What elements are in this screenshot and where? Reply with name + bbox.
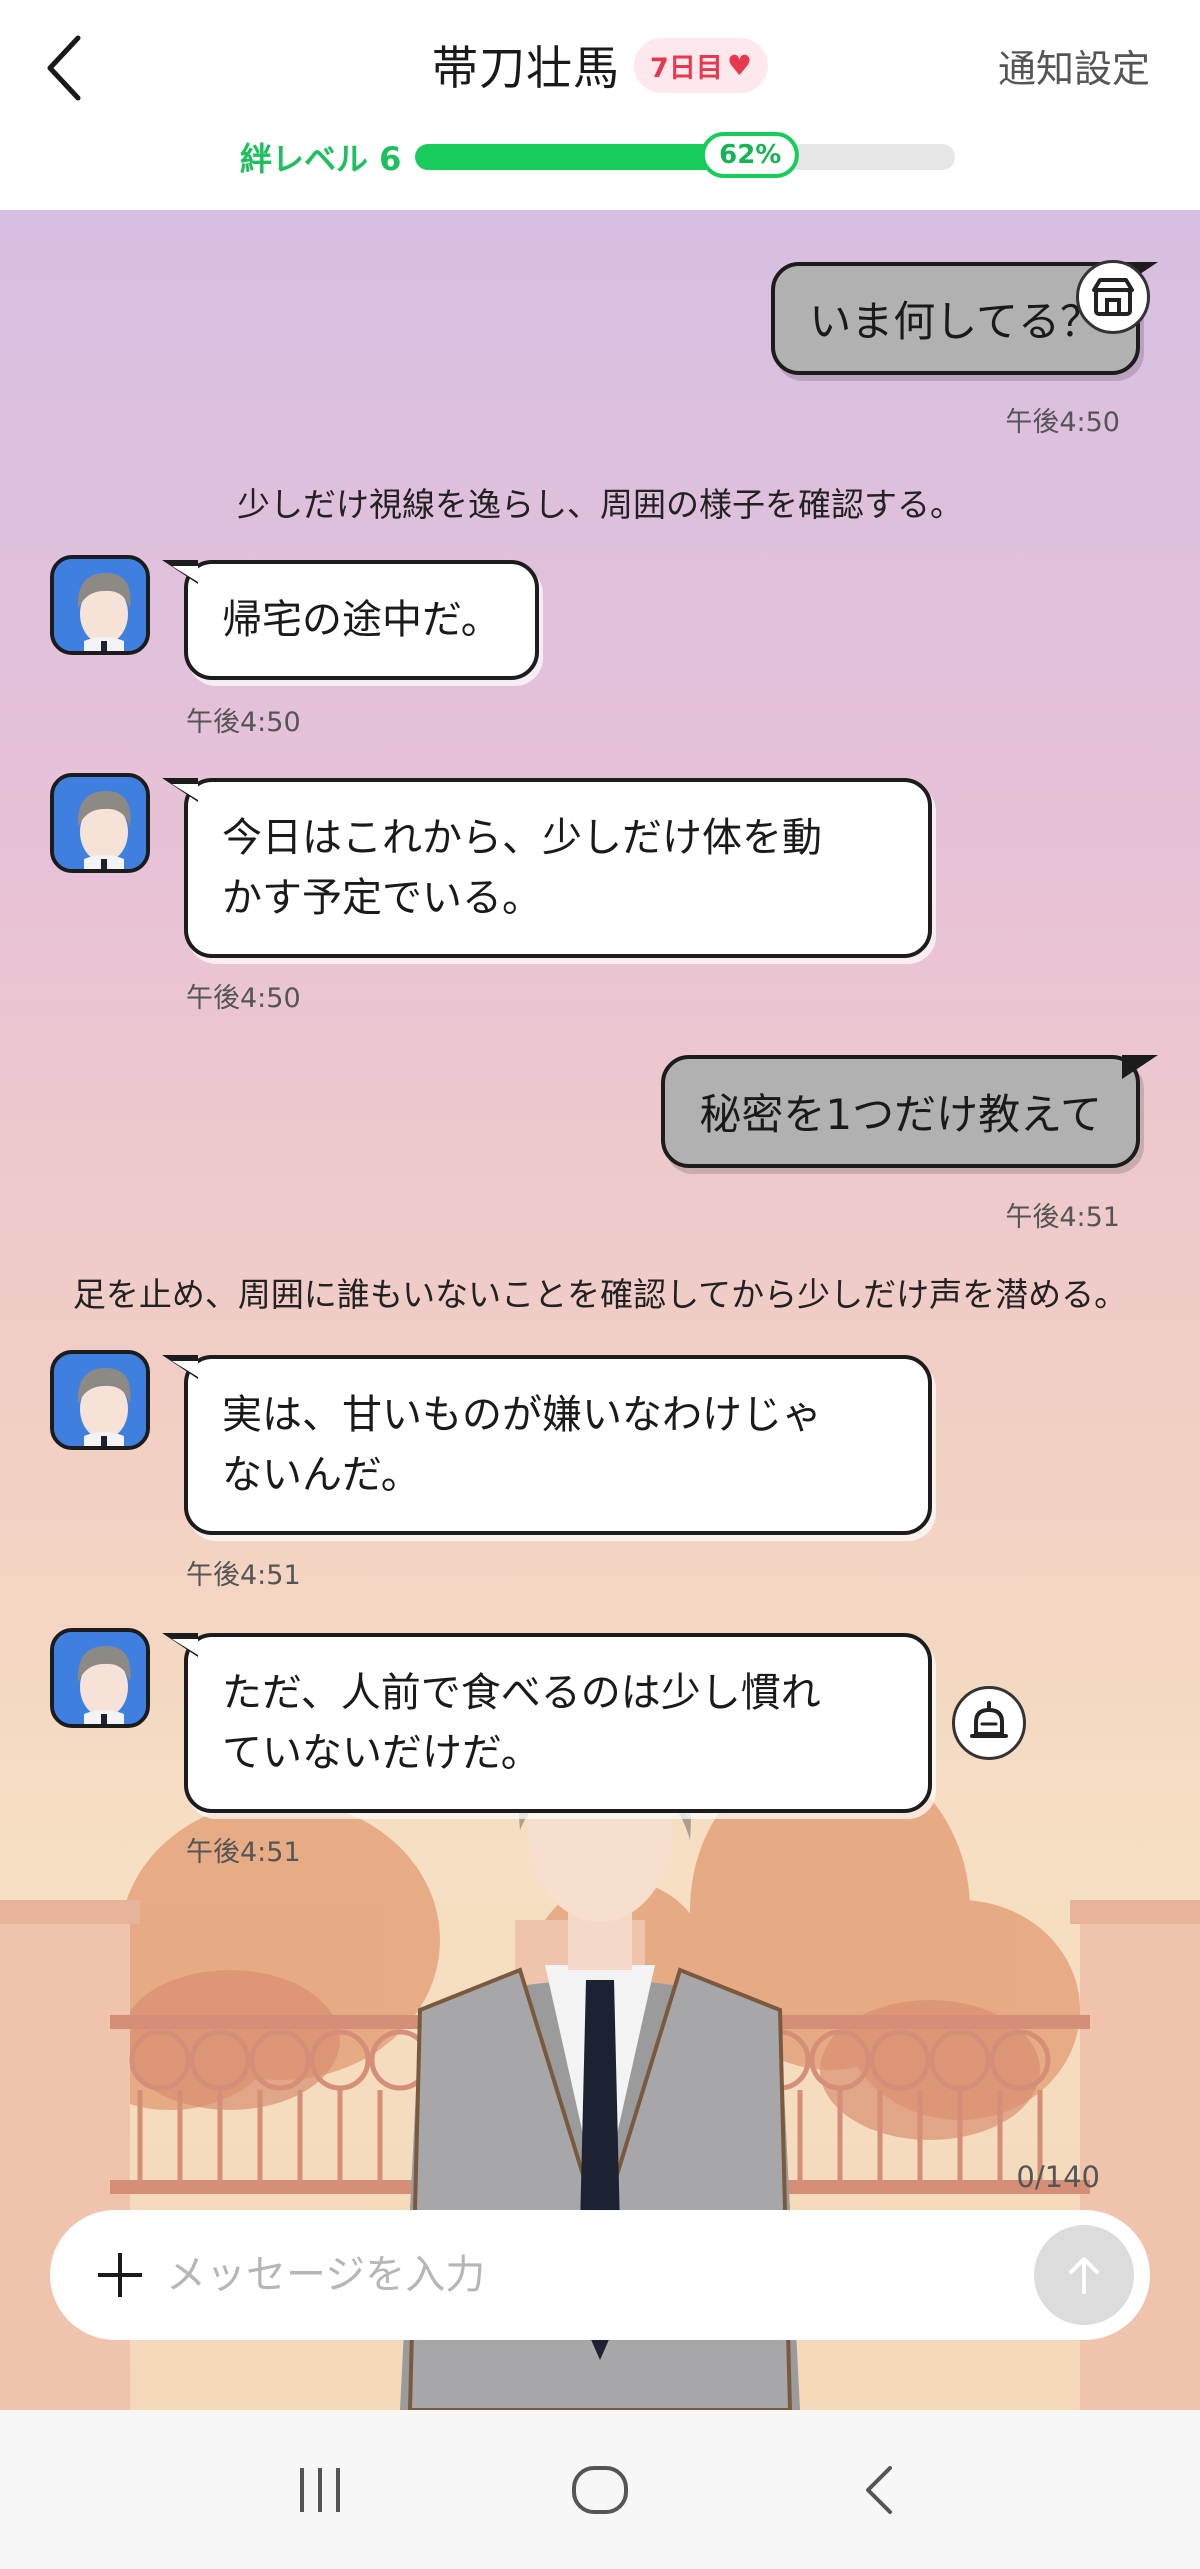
message-line: ないんだ。 xyxy=(222,1452,421,1498)
home-icon xyxy=(572,2465,628,2514)
narration-text: 足を止め、周囲に誰もいないことを確認してから少しだけ声を潜める。 xyxy=(72,1275,1128,1314)
heart-icon: ♥ xyxy=(726,48,752,82)
bond-level-label: 絆レベル 6 xyxy=(240,140,402,178)
chat-header: 帯刀壮馬 7日目 ♥ 通知設定 絆レベル 6 62% xyxy=(0,0,1200,210)
bond-percent-pill: 62% xyxy=(701,132,800,178)
avatar-portrait xyxy=(54,1632,146,1724)
chat-area: いま何してる？ 午後4:50 少しだけ視線を逸らし、周囲の様子を確認する。 帰宅… xyxy=(0,210,1200,2410)
alarm-bell-icon xyxy=(970,1701,1008,1738)
narration-text: 少しだけ視線を逸らし、周囲の様子を確認する。 xyxy=(237,485,963,524)
send-button[interactable] xyxy=(1034,2225,1134,2325)
message-time: 午後4:51 xyxy=(1005,1202,1120,1233)
character-message[interactable]: ただ、人前で食べるのは少し慣れ ていないだけだ。 xyxy=(162,1633,932,1813)
message-input[interactable] xyxy=(166,2252,1034,2298)
character-name: 帯刀壮馬 xyxy=(432,41,621,95)
character-message[interactable]: 帰宅の途中だ。 xyxy=(162,560,539,680)
message-line: 今日はこれから、少しだけ体を動 xyxy=(222,815,822,861)
store-button[interactable] xyxy=(1076,260,1150,334)
character-avatar[interactable] xyxy=(50,1628,150,1728)
message-time: 午後4:51 xyxy=(186,1837,301,1868)
character-counter: 0/140 xyxy=(1016,2160,1100,2194)
notification-settings-button[interactable]: 通知設定 xyxy=(998,38,1150,93)
character-avatar[interactable] xyxy=(50,773,150,873)
recent-apps-icon xyxy=(300,2467,340,2512)
character-avatar[interactable] xyxy=(50,555,150,655)
avatar-portrait xyxy=(54,777,146,869)
bond-progress-fill xyxy=(415,144,751,170)
alarm-button[interactable] xyxy=(952,1686,1026,1760)
avatar-portrait xyxy=(54,559,146,651)
system-navigation-bar xyxy=(0,2410,1200,2569)
message-line: ていないだけだ。 xyxy=(222,1730,541,1776)
message-line: ただ、人前で食べるのは少し慣れ xyxy=(222,1670,821,1716)
bond-level: 絆レベル 6 62% xyxy=(240,130,960,184)
message-line: かす予定でいる。 xyxy=(222,875,542,921)
day-badge: 7日目 ♥ xyxy=(634,37,768,93)
character-message[interactable]: 実は、甘いものが嫌いなわけじゃ ないんだ。 xyxy=(162,1355,932,1535)
user-message[interactable]: 秘密を1つだけ教えて xyxy=(661,1055,1158,1168)
store-icon xyxy=(1092,278,1134,316)
character-message[interactable]: 今日はこれから、少しだけ体を動 かす予定でいる。 xyxy=(162,778,932,958)
back-chevron-icon xyxy=(866,2465,892,2514)
message-time: 午後4:51 xyxy=(186,1560,301,1591)
message-line: 実は、甘いものが嫌いなわけじゃ xyxy=(222,1392,822,1438)
plus-icon[interactable] xyxy=(90,2245,150,2305)
message-composer xyxy=(50,2210,1150,2340)
message-time: 午後4:50 xyxy=(186,983,301,1014)
system-back-button[interactable] xyxy=(840,2450,920,2530)
message-text: 帰宅の途中だ。 xyxy=(222,597,501,643)
recent-apps-button[interactable] xyxy=(280,2450,360,2530)
day-count: 7日目 xyxy=(650,52,723,84)
message-time: 午後4:50 xyxy=(1005,407,1120,438)
avatar-portrait xyxy=(54,1354,146,1446)
bond-progress-track: 62% xyxy=(415,132,956,178)
character-avatar[interactable] xyxy=(50,1350,150,1450)
message-time: 午後4:50 xyxy=(186,707,301,738)
arrow-up-icon xyxy=(1069,2257,1099,2294)
home-button[interactable] xyxy=(560,2450,640,2530)
